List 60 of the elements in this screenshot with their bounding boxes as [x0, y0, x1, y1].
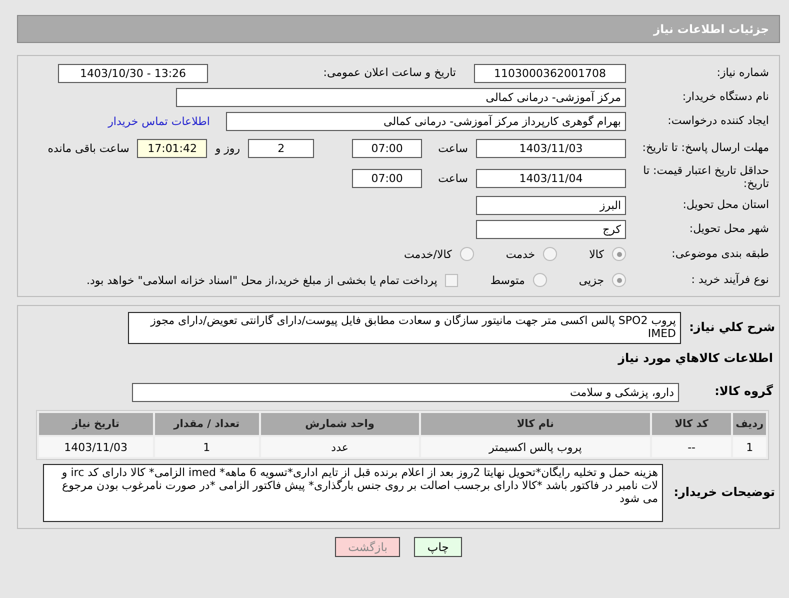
option-label: جزیی: [578, 274, 604, 286]
option-label: کالا/خدمت: [404, 248, 452, 260]
table-cell: پروب پالس اکسیمتر: [420, 437, 650, 457]
radio-button[interactable]: [612, 273, 626, 287]
city-field[interactable]: کرج: [476, 220, 626, 238]
page-title: جزئیات اطلاعات نیاز: [17, 15, 780, 43]
column-header: ردیف: [733, 413, 766, 435]
field-label: توضیحات خریدار:: [672, 486, 776, 500]
column-header: تاریخ نیاز: [39, 413, 153, 435]
radio-button[interactable]: [543, 247, 558, 261]
field-label: استان محل تحویل:: [682, 198, 770, 212]
radio-button[interactable]: [612, 247, 626, 261]
table-cell: --: [652, 437, 732, 457]
description-field[interactable]: پروب SPO2 پالس اکسی متر جهت مانیتور سازگان و سعادت مطابق فایل پیوست/دارای گارانتی تعویض/دارای مجوز IMED: [128, 312, 681, 344]
column-header: نام کالا: [420, 413, 650, 435]
buyer-org-field[interactable]: مرکز آموزشی- درمانی کمالی: [176, 88, 626, 106]
time-label: ساعت: [438, 172, 468, 184]
requester-field[interactable]: بهرام گوهری کارپرداز مرکز آموزشی- درمانی کمالی: [226, 112, 626, 130]
option-label: کالا: [589, 248, 604, 260]
section-heading: اطلاعات كالاهاي مورد نياز: [618, 351, 774, 365]
field-label: طبقه بندی موضوعی:: [670, 248, 770, 260]
remaining-time-field[interactable]: 17:01:42: [137, 138, 208, 158]
time-label: ساعت: [438, 142, 468, 154]
field-label: گروه کالا:: [714, 385, 774, 399]
column-header: واحد شمارش: [260, 413, 419, 435]
date-field[interactable]: 1403/11/03: [476, 138, 626, 158]
field-label: تاریخ و ساعت اعلان عمومی:: [322, 66, 457, 80]
days-label: روز و: [215, 142, 240, 154]
field-label: مهلت ارسال پاسخ: تا تاریخ:: [641, 142, 770, 154]
province-field[interactable]: البرز: [476, 196, 626, 214]
field-label: شرح كلي نياز:: [689, 321, 776, 335]
radio-button[interactable]: [460, 247, 474, 261]
days-field[interactable]: 2: [248, 138, 314, 158]
option-label: متوسط: [490, 274, 525, 286]
date-field[interactable]: 1403/11/04: [476, 168, 626, 188]
checkbox[interactable]: [445, 274, 458, 286]
table-cell: 1: [733, 437, 766, 457]
field-label: شماره نیاز:: [716, 66, 770, 80]
buyer-notes-field[interactable]: هزینه حمل و تخلیه رایگان*تحویل نهایتا 2روز بعد از اعلام برنده قبل از تایم اداری*تسویه 6 ماهه* imed الزامی* کالا دارای کد irc و لات نامبر در فاکتور باشد *کالا دارای برجسب اصالت بر روی جنس بارگذاری* پیش فاکتور الزامی *در صورت نامرغوب بودن مرجوع می شود: [43, 464, 663, 522]
announce-date-field[interactable]: 1403/10/30 - 13:26: [58, 64, 208, 82]
column-header: کد کالا: [652, 413, 732, 435]
radio-button[interactable]: [532, 273, 547, 287]
time-field[interactable]: 07:00: [352, 138, 422, 158]
field-label: نوع فرآیند خرید :: [690, 274, 770, 286]
time-field[interactable]: 07:00: [352, 168, 422, 188]
table-cell: 1: [154, 437, 259, 457]
table-cell: عدد: [260, 437, 419, 457]
table-cell: 1403/11/03: [39, 437, 153, 457]
goods-group-field[interactable]: دارو، پزشکی و سلامت: [132, 382, 679, 402]
field-label: شهر محل تحویل:: [688, 222, 770, 236]
remaining-label: ساعت باقی مانده: [48, 142, 130, 154]
field-label: حداقل تاریخ اعتبار قیمت: تا تاریخ:: [642, 165, 770, 191]
print-button[interactable]: چاپ: [414, 537, 462, 557]
contact-link[interactable]: اطلاعات تماس خریدار: [108, 114, 210, 128]
option-label: خدمت: [506, 248, 536, 260]
field-label: نام دستگاه خریدار:: [681, 90, 770, 104]
field-label: ایجاد کننده درخواست:: [666, 114, 770, 128]
need-number-field[interactable]: 1103000362001708: [474, 64, 626, 82]
option-label: پرداخت تمام یا بخشی از مبلغ خرید،از محل "اسناد خزانه اسلامی" خواهد بود.: [86, 274, 438, 286]
column-header: تعداد / مقدار: [154, 413, 259, 435]
